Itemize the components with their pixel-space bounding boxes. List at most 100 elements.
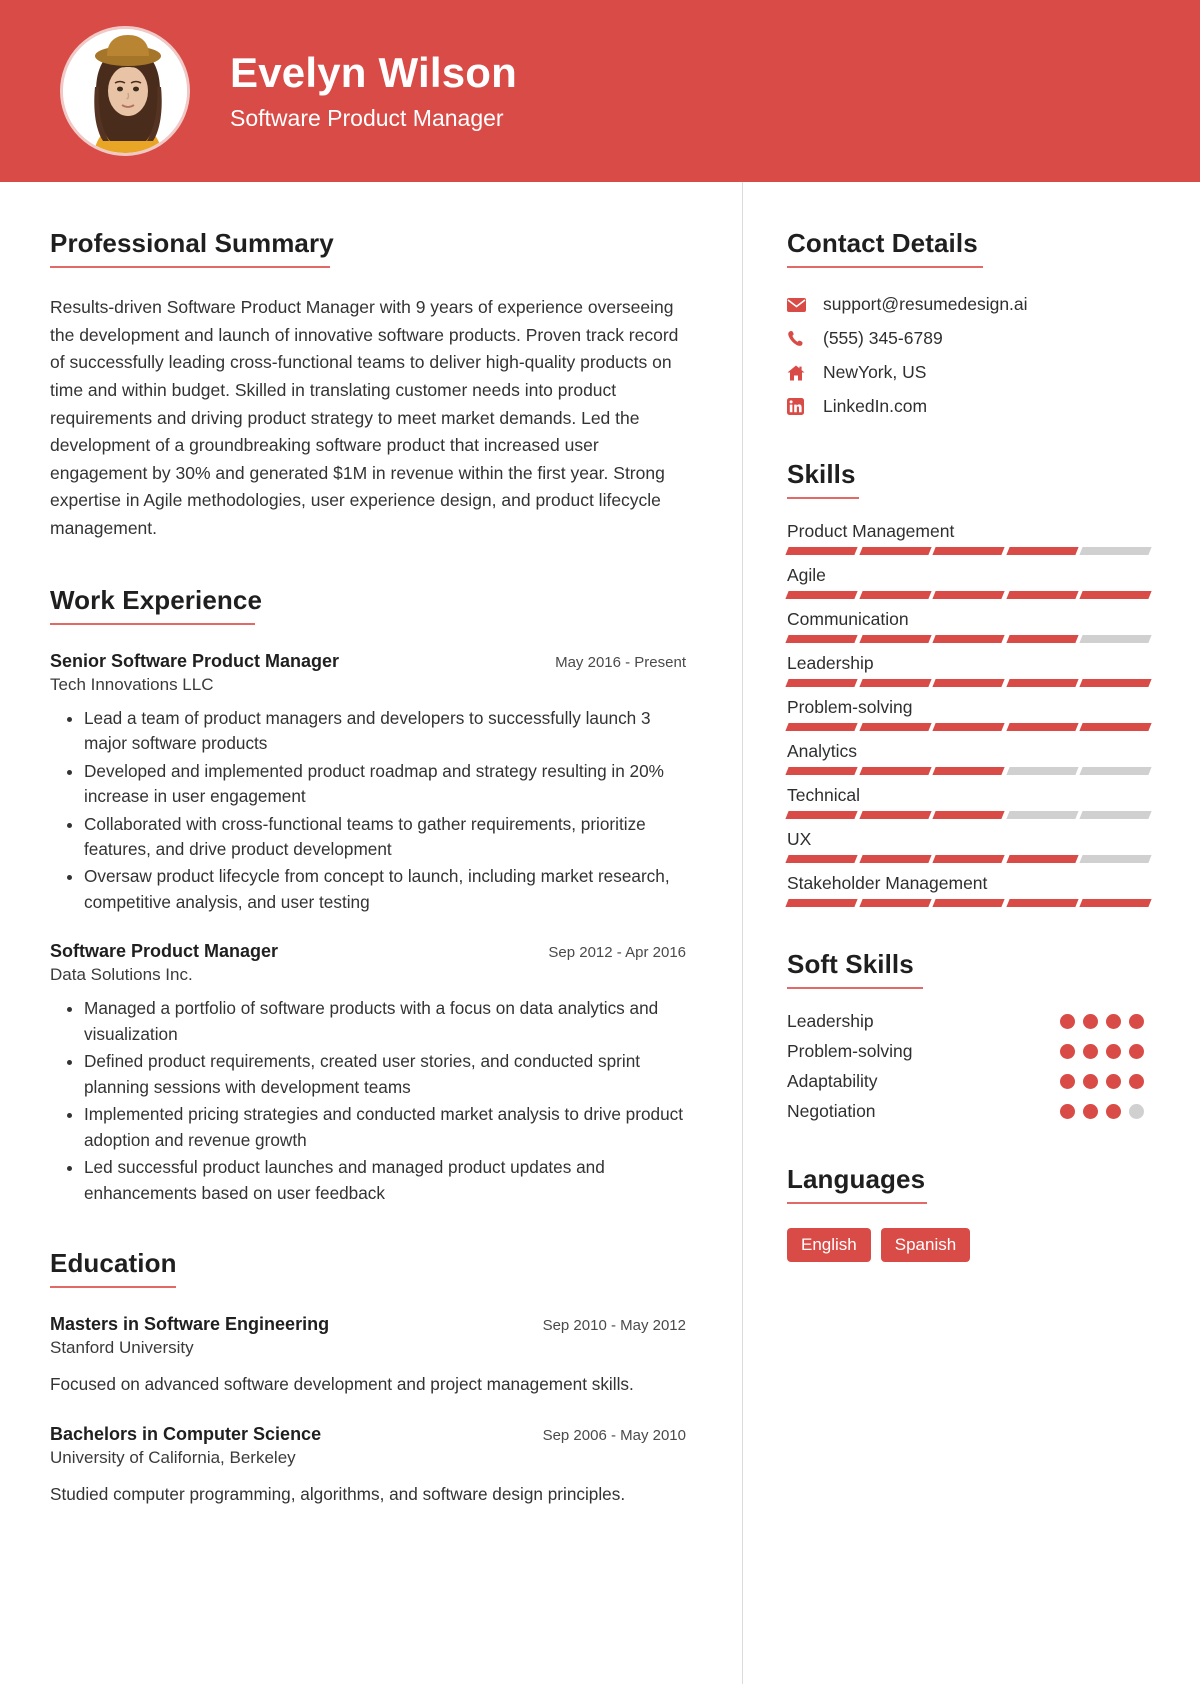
list-item: Oversaw product lifecycle from concept t…	[84, 864, 686, 915]
skill-level-bar	[785, 547, 1152, 555]
linkedin-icon	[787, 397, 813, 417]
skill-item: Product Management	[785, 521, 1152, 555]
soft-skill-item: Problem-solving	[787, 1041, 1150, 1062]
skill-level-bar	[785, 767, 1152, 775]
skill-label: Stakeholder Management	[787, 873, 988, 893]
rating-dot	[1060, 1074, 1075, 1089]
section-languages: Languages English Spanish	[787, 1164, 1150, 1262]
education-degree: Masters in Software Engineering	[50, 1314, 330, 1335]
soft-skill-item: Adaptability	[787, 1071, 1150, 1092]
skill-segment	[785, 767, 858, 775]
section-contact-details: Contact Details support@resumedesign.ai …	[787, 228, 1150, 417]
skill-segment	[1079, 855, 1152, 863]
skill-segment	[785, 855, 858, 863]
skill-item: Agile	[785, 565, 1152, 599]
skill-segment	[1079, 811, 1152, 819]
skill-item: Leadership	[785, 653, 1152, 687]
language-chip: English	[787, 1228, 871, 1262]
rating-dot	[1106, 1044, 1121, 1059]
soft-skills-list: Leadership Problem-solving Adaptability Neg…	[787, 1011, 1150, 1122]
education-item-header: Bachelors in Computer Science Sep 2006 -…	[50, 1424, 686, 1445]
section-heading-skills: Skills	[787, 459, 856, 489]
list-item: Implemented pricing strategies and condu…	[84, 1102, 686, 1153]
skill-label: Technical	[787, 785, 860, 805]
skill-label: Communication	[787, 609, 909, 629]
language-chip: Spanish	[880, 1228, 971, 1262]
education-degree: Bachelors in Computer Science	[50, 1423, 322, 1444]
summary-text: Results-driven Software Product Manager …	[50, 297, 679, 539]
heading-underline	[50, 622, 255, 625]
rating-dot	[1106, 1014, 1121, 1029]
section-skills: Skills Product Management Agile Communicat…	[785, 459, 1152, 907]
skill-segment	[932, 767, 1005, 775]
section-heading-soft-skills: Soft Skills	[787, 949, 914, 979]
contact-email-text: support@resumedesign.ai	[823, 294, 1028, 314]
section-heading-languages: Languages	[787, 1164, 926, 1194]
skill-segment	[1006, 767, 1078, 775]
contact-phone-text: (555) 345-6789	[823, 328, 943, 348]
soft-skill-item: Leadership	[787, 1011, 1150, 1032]
section-work-experience: Work Experience Senior Software Product …	[50, 585, 686, 1206]
section-soft-skills: Soft Skills Leadership Problem-solving Ada…	[787, 949, 1150, 1122]
section-heading-summary: Professional Summary	[50, 228, 334, 258]
skill-segment	[785, 899, 858, 907]
list-item: Collaborated with cross-functional teams…	[84, 812, 686, 863]
work-date: May 2016 - Present	[555, 653, 686, 671]
skill-item: Stakeholder Management	[785, 873, 1152, 907]
list-item: Defined product requirements, created us…	[84, 1049, 686, 1100]
skill-segment	[858, 811, 931, 819]
work-bullets: Lead a team of product managers and deve…	[50, 706, 686, 916]
rating-dot	[1083, 1074, 1098, 1089]
skill-label: Agile	[787, 565, 826, 585]
rating-dot	[1106, 1074, 1121, 1089]
job-title: Software Product Manager	[230, 104, 504, 131]
skill-segment	[1006, 635, 1078, 643]
work-item-header: Software Product Manager Sep 2012 - Apr …	[50, 941, 686, 962]
soft-skill-label: Problem-solving	[787, 1041, 913, 1061]
skill-level-bar	[785, 899, 1152, 907]
work-item-header: Senior Software Product Manager May 2016…	[50, 651, 686, 672]
rating-dot	[1083, 1104, 1098, 1119]
education-item: Masters in Software Engineering Sep 2010…	[50, 1314, 686, 1398]
soft-skill-rating	[1060, 1014, 1150, 1029]
skill-item: UX	[785, 829, 1152, 863]
heading-underline	[50, 266, 330, 268]
phone-icon	[787, 329, 813, 349]
skill-label: Problem-solving	[787, 697, 913, 717]
skill-segment	[932, 723, 1005, 731]
heading-underline	[787, 497, 859, 499]
rating-dot	[1129, 1014, 1144, 1029]
section-heading-education: Education	[50, 1248, 177, 1279]
skill-item: Analytics	[785, 741, 1152, 775]
education-description: Studied computer programming, algorithms…	[50, 1483, 626, 1504]
resume-header: Evelyn Wilson Software Product Manager	[0, 0, 1200, 182]
rating-dot	[1083, 1014, 1098, 1029]
skill-label: Leadership	[787, 653, 874, 673]
skill-segment	[1006, 547, 1078, 555]
skill-label: UX	[787, 829, 812, 849]
contact-item-phone[interactable]: (555) 345-6789	[787, 328, 1150, 349]
skill-segment	[785, 591, 858, 599]
soft-skill-label: Negotiation	[787, 1101, 876, 1121]
skill-segment	[785, 679, 858, 687]
skill-segment	[785, 723, 858, 731]
skill-level-bar	[785, 679, 1152, 687]
contact-item-email[interactable]: support@resumedesign.ai	[787, 294, 1150, 315]
contact-item-location[interactable]: NewYork, US	[787, 362, 1150, 383]
list-item: Managed a portfolio of software products…	[84, 996, 686, 1047]
contact-item-linkedin[interactable]: LinkedIn.com	[787, 396, 1150, 417]
resume-page: Evelyn Wilson Software Product Manager P…	[0, 0, 1200, 1684]
section-heading-work: Work Experience	[50, 584, 263, 615]
skill-segment	[932, 635, 1005, 643]
heading-underline	[50, 1286, 176, 1289]
work-item: Software Product Manager Sep 2012 - Apr …	[50, 941, 686, 1206]
page-title: Evelyn Wilson	[230, 49, 517, 97]
skill-segment	[932, 855, 1005, 863]
envelope-icon	[787, 295, 813, 315]
rating-dot	[1129, 1104, 1144, 1119]
skill-level-bar	[785, 723, 1152, 731]
skill-label: Analytics	[787, 741, 858, 761]
rating-dot	[1106, 1104, 1121, 1119]
list-item: Developed and implemented product roadma…	[84, 759, 686, 810]
work-role: Senior Software Product Manager	[50, 650, 340, 671]
